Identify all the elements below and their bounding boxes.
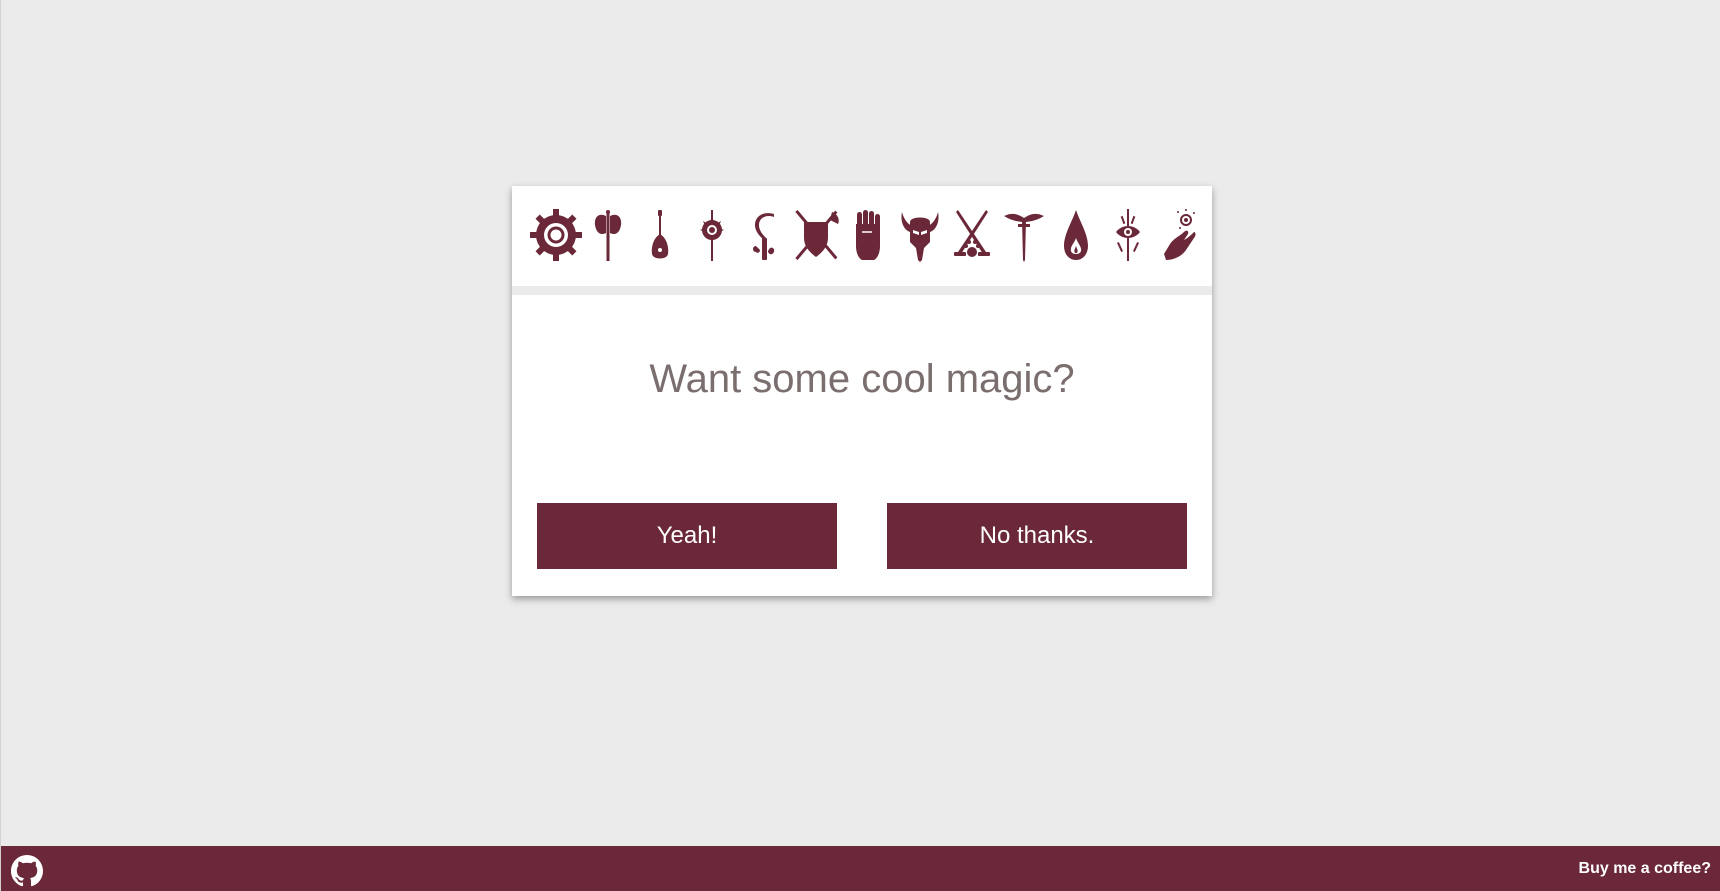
rogue-dagger-icon [998,208,1050,262]
paladin-helm-icon [894,208,946,262]
no-thanks-button[interactable]: No thanks. [887,503,1187,569]
bard-lute-icon [634,208,686,262]
page: Want some cool magic? Yeah! No thanks. B… [0,0,1720,891]
github-icon[interactable] [11,855,43,887]
divider [512,286,1212,295]
artificer-gear-icon [530,208,582,262]
wizard-hand-icon [1154,208,1206,262]
buy-coffee-link[interactable]: Buy me a coffee? [1579,846,1711,891]
yes-button[interactable]: Yeah! [537,503,837,569]
magic-dialog: Want some cool magic? Yeah! No thanks. [512,186,1212,596]
ranger-crossed-blades-icon [946,208,998,262]
footer-bar: Buy me a coffee? [1,846,1720,891]
monk-fist-icon [842,208,894,262]
sorcerer-flame-drop-icon [1050,208,1102,262]
barbarian-axe-icon [582,208,634,262]
druid-sickle-icon [738,208,790,262]
warlock-eye-icon [1102,208,1154,262]
cleric-mace-icon [686,208,738,262]
fighter-shield-icon [790,208,842,262]
dialog-question: Want some cool magic? [649,357,1075,401]
class-icon-strip [530,208,1196,262]
